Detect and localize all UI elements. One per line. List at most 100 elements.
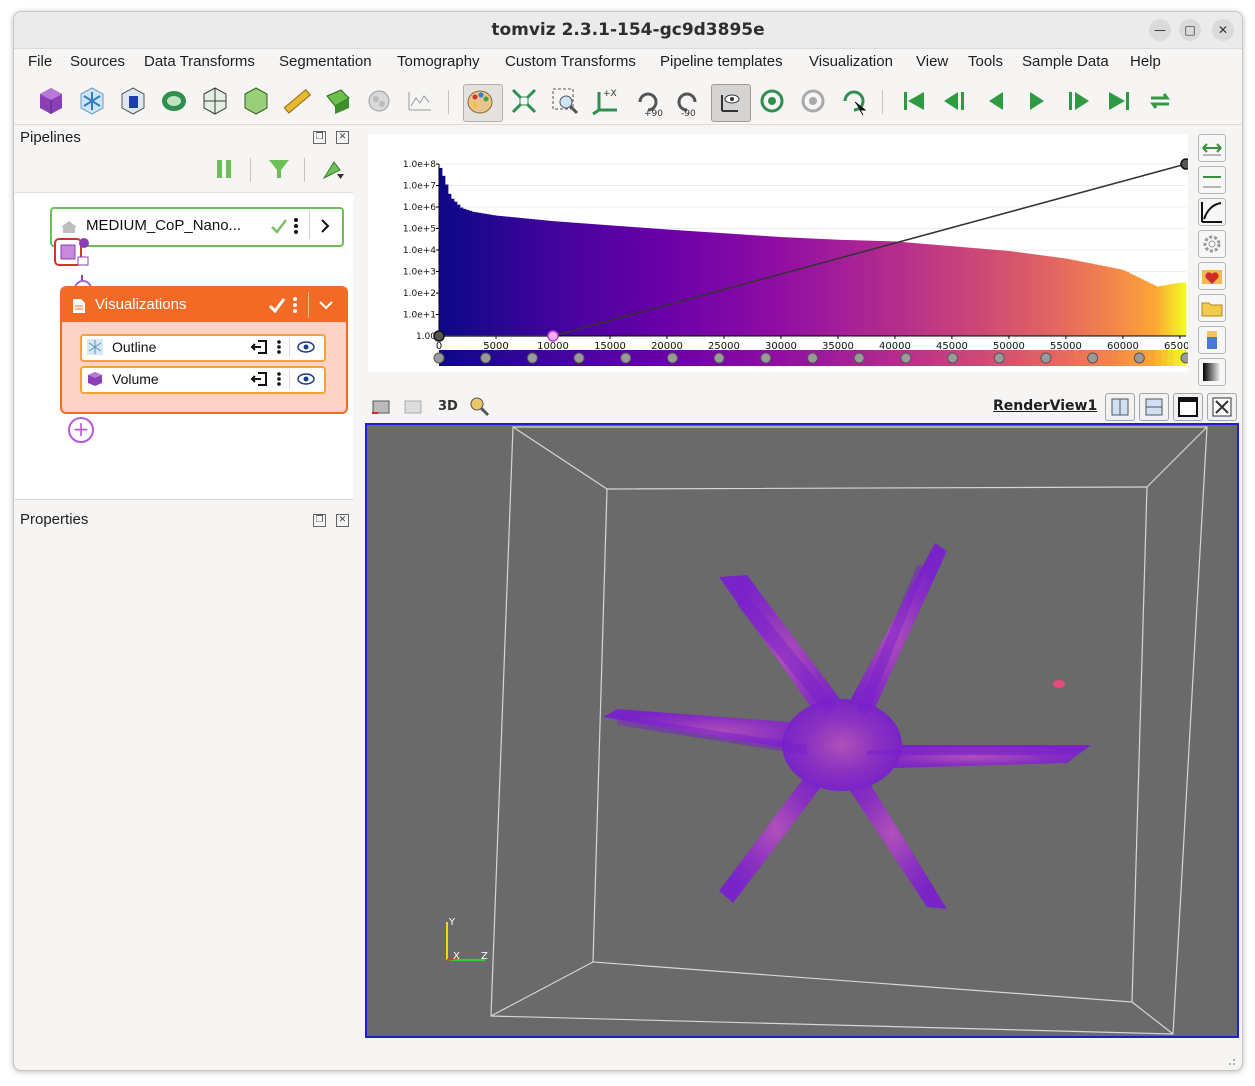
split-horizontal-button[interactable] bbox=[1105, 393, 1135, 421]
export-icon[interactable] bbox=[250, 339, 268, 355]
histogram-bar bbox=[746, 234, 751, 336]
maximize-button[interactable]: □ bbox=[1179, 19, 1201, 41]
camera-undo-icon[interactable] bbox=[370, 395, 392, 417]
eye-icon[interactable] bbox=[296, 371, 316, 387]
histogram-bar bbox=[573, 222, 577, 336]
reset-range-icon[interactable] bbox=[1198, 134, 1226, 162]
menu-segmentation[interactable]: Segmentation bbox=[279, 53, 372, 70]
close-panel-icon[interactable]: ✕ bbox=[336, 131, 349, 144]
filter-icon[interactable] bbox=[267, 158, 291, 180]
more-options-icon[interactable] bbox=[292, 217, 300, 235]
menu-tomography[interactable]: Tomography bbox=[397, 53, 480, 70]
close-window-button[interactable]: ✕ bbox=[1212, 19, 1234, 41]
histogram-bar bbox=[758, 235, 763, 336]
chevron-down-icon[interactable] bbox=[318, 297, 334, 313]
zoom-data-icon[interactable] bbox=[468, 395, 490, 417]
grayscale-icon[interactable] bbox=[1198, 358, 1226, 386]
reset-camera-icon[interactable] bbox=[507, 84, 541, 118]
menu-view[interactable]: View bbox=[916, 53, 948, 70]
menu-visualization[interactable]: Visualization bbox=[809, 53, 893, 70]
visualization-item-outline[interactable]: Outline bbox=[80, 334, 326, 362]
split-vertical-button[interactable] bbox=[1139, 393, 1169, 421]
minimize-button[interactable]: — bbox=[1149, 19, 1171, 41]
add-visualization-button[interactable]: + bbox=[68, 417, 94, 443]
histogram-bar bbox=[1159, 285, 1163, 336]
colormap-segment bbox=[750, 350, 757, 366]
gear-icon[interactable] bbox=[1198, 230, 1226, 258]
histogram-bar bbox=[800, 238, 804, 336]
contour-icon[interactable] bbox=[75, 84, 109, 118]
custom-range-icon[interactable] bbox=[1198, 166, 1226, 194]
render-canvas[interactable]: Y X Z bbox=[367, 425, 1237, 1036]
favorite-colormap-icon[interactable] bbox=[1198, 262, 1226, 290]
molecule-icon bbox=[362, 84, 396, 118]
histogram-bar bbox=[1171, 283, 1175, 336]
menu-data-transforms[interactable]: Data Transforms bbox=[144, 53, 255, 70]
menu-pipeline-templates[interactable]: Pipeline templates bbox=[660, 53, 783, 70]
view-mode-toggle[interactable]: 3D bbox=[438, 399, 458, 414]
render-view-3d[interactable]: Y X Z bbox=[365, 423, 1239, 1038]
menu-tools[interactable]: Tools bbox=[968, 53, 1003, 70]
histogram-bar bbox=[1105, 266, 1109, 336]
data-source-node[interactable]: MEDIUM_CoP_Nano... bbox=[50, 207, 344, 247]
toolbar-separator bbox=[304, 158, 305, 182]
float-panel-icon[interactable]: ❐ bbox=[313, 514, 326, 527]
slice-icon[interactable] bbox=[116, 84, 150, 118]
menu-help[interactable]: Help bbox=[1130, 53, 1161, 70]
z-axis-label: Z bbox=[481, 951, 488, 962]
more-options-icon[interactable] bbox=[276, 371, 282, 387]
loop-icon[interactable] bbox=[1143, 84, 1177, 118]
maximize-view-button[interactable] bbox=[1173, 393, 1203, 421]
menu-sources[interactable]: Sources bbox=[70, 53, 125, 70]
histogram-chart[interactable]: 1.00 1.0e+1 1.0e+2 1.0e+3 1.0e+4 1.0e+5 1.0e+6… bbox=[368, 134, 1196, 372]
ruler-icon[interactable] bbox=[280, 84, 314, 118]
previous-frame-icon[interactable] bbox=[938, 84, 972, 118]
histogram-bar bbox=[791, 237, 795, 336]
histogram-bar bbox=[555, 221, 559, 336]
zoom-to-box-icon[interactable] bbox=[548, 84, 582, 118]
rotate-plus-90-icon[interactable]: +90 bbox=[630, 84, 664, 119]
segment-icon[interactable] bbox=[321, 84, 355, 118]
histogram-bar bbox=[958, 246, 963, 336]
transform-badge-icon[interactable] bbox=[53, 237, 93, 273]
histogram-bar bbox=[624, 226, 628, 336]
first-frame-icon[interactable] bbox=[897, 84, 931, 118]
clip-icon[interactable] bbox=[157, 84, 191, 118]
log-scale-icon[interactable] bbox=[1198, 198, 1226, 226]
menu-custom-transforms[interactable]: Custom Transforms bbox=[505, 53, 636, 70]
close-panel-icon[interactable]: ✕ bbox=[336, 514, 349, 527]
last-frame-icon[interactable] bbox=[1102, 84, 1136, 118]
histogram-panel[interactable]: 1.00 1.0e+1 1.0e+2 1.0e+3 1.0e+4 1.0e+5 1.0e+6… bbox=[368, 134, 1196, 372]
menu-file[interactable]: File bbox=[28, 53, 52, 70]
chevron-right-icon[interactable] bbox=[318, 217, 332, 235]
interact-icon[interactable] bbox=[837, 84, 871, 118]
menu-sample-data[interactable]: Sample Data bbox=[1022, 53, 1109, 70]
pause-icon[interactable] bbox=[215, 158, 233, 180]
palette-icon[interactable] bbox=[463, 84, 503, 122]
volume-icon[interactable] bbox=[34, 84, 68, 118]
visualization-item-volume[interactable]: Volume bbox=[80, 366, 326, 394]
axes-icon[interactable]: +X bbox=[589, 84, 623, 118]
colormap-segment bbox=[544, 350, 552, 366]
play-icon[interactable] bbox=[1020, 84, 1054, 118]
histogram-bar bbox=[660, 229, 664, 336]
threshold-icon[interactable] bbox=[239, 84, 273, 118]
pipeline-settings-icon[interactable] bbox=[320, 158, 346, 182]
float-panel-icon[interactable]: ❐ bbox=[313, 131, 326, 144]
orientation-axes-icon[interactable] bbox=[711, 84, 751, 122]
visualizations-header[interactable]: Visualizations bbox=[62, 288, 346, 322]
more-options-icon[interactable] bbox=[276, 339, 282, 355]
rotate-minus-90-icon[interactable]: -90 bbox=[671, 84, 705, 119]
colormap-gradient-icon[interactable] bbox=[1198, 326, 1226, 354]
export-icon[interactable] bbox=[250, 371, 268, 387]
resize-grip-icon[interactable] bbox=[1226, 1056, 1236, 1066]
play-rotate-icon[interactable] bbox=[755, 84, 789, 118]
play-backward-icon[interactable] bbox=[979, 84, 1013, 118]
more-options-icon[interactable] bbox=[291, 296, 299, 314]
close-view-button[interactable] bbox=[1207, 393, 1237, 421]
orthoslice-icon[interactable] bbox=[198, 84, 232, 118]
toolbar-separator bbox=[882, 90, 883, 114]
next-frame-icon[interactable] bbox=[1061, 84, 1095, 118]
eye-icon[interactable] bbox=[296, 339, 316, 355]
open-folder-icon[interactable] bbox=[1198, 294, 1226, 322]
